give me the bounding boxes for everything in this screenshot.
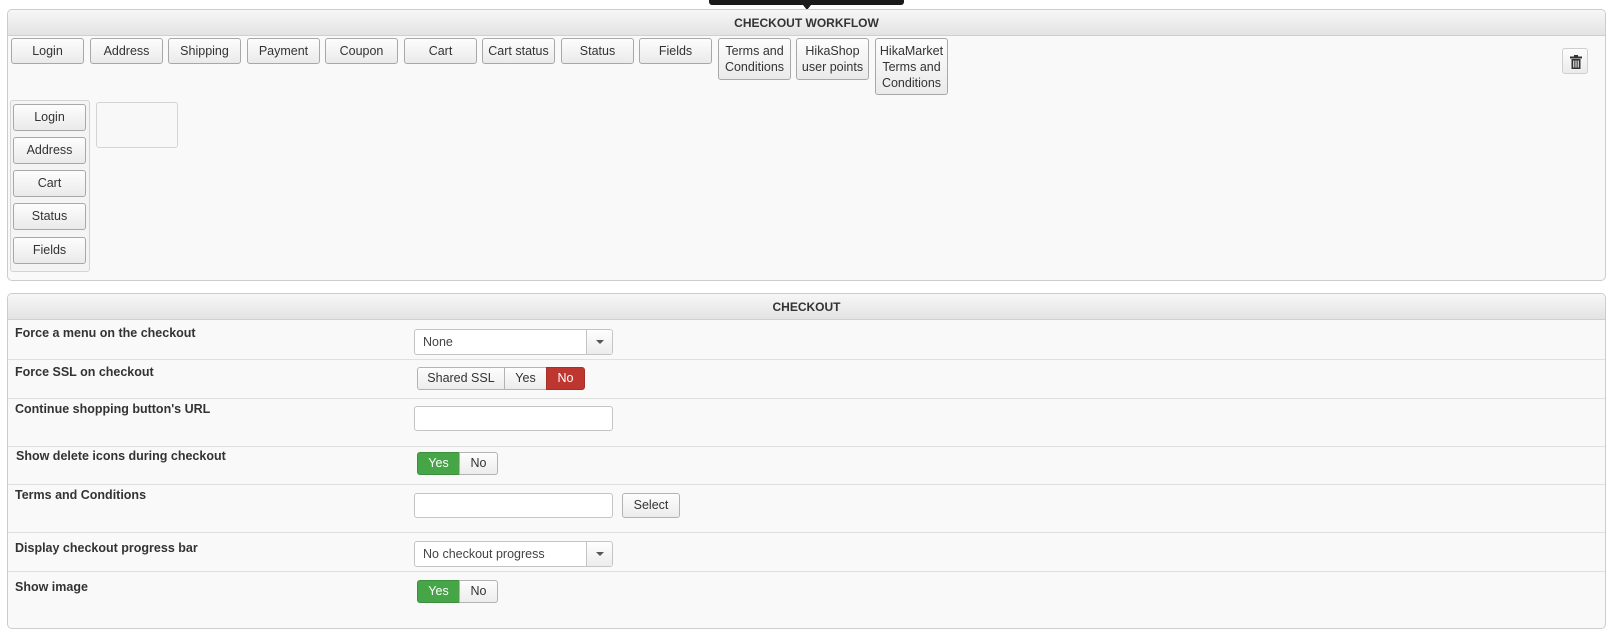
force-ssl-shared-button[interactable]: Shared SSL [417, 367, 505, 390]
column-step-login[interactable]: Login [13, 104, 86, 131]
chevron-down-icon [586, 330, 612, 354]
column-step-fields[interactable]: Fields [13, 237, 86, 264]
workflow-step-cart-status[interactable]: Cart status [482, 38, 555, 64]
workflow-step-coupon[interactable]: Coupon [325, 38, 398, 64]
delete-icons-yes-button[interactable]: Yes [417, 452, 460, 475]
workflow-step-payment[interactable]: Payment [247, 38, 320, 64]
column-step-cart[interactable]: Cart [13, 170, 86, 197]
workflow-step-cart[interactable]: Cart [404, 38, 477, 64]
terms-select-button[interactable]: Select [622, 493, 680, 518]
progress-bar-value: No checkout progress [423, 547, 545, 561]
force-menu-value: None [423, 335, 453, 349]
workflow-step-fields[interactable]: Fields [639, 38, 712, 64]
force-menu-select[interactable]: None [414, 329, 613, 355]
trash-button[interactable] [1562, 48, 1588, 74]
show-image-no-button[interactable]: No [459, 580, 498, 603]
row-force-menu: Force a menu on the checkout None [8, 320, 1605, 360]
workflow-step-address[interactable]: Address [90, 38, 163, 64]
delete-icons-no-button[interactable]: No [459, 452, 498, 475]
workflow-step-hikamarket-terms[interactable]: HikaMarket Terms and Conditions [875, 38, 948, 95]
continue-url-label: Continue shopping button's URL [15, 402, 211, 416]
row-show-image: Show image Yes No [8, 572, 1605, 628]
checkout-workflow-panel: CHECKOUT WORKFLOW Login Address Shipping… [7, 9, 1606, 281]
delete-icons-toggle: Yes No [417, 452, 498, 475]
column-step-address[interactable]: Address [13, 137, 86, 164]
row-delete-icons: Show delete icons during checkout Yes No [8, 447, 1605, 485]
row-force-ssl: Force SSL on checkout Shared SSL Yes No [8, 360, 1605, 399]
show-image-label: Show image [15, 580, 88, 594]
progress-bar-label: Display checkout progress bar [15, 541, 198, 555]
column-step-status[interactable]: Status [13, 203, 86, 230]
checkout-panel: CHECKOUT Force a menu on the checkout No… [7, 293, 1606, 629]
force-menu-label: Force a menu on the checkout [15, 326, 196, 340]
chevron-down-icon [586, 542, 612, 566]
show-image-yes-button[interactable]: Yes [417, 580, 460, 603]
checkout-title: CHECKOUT [8, 294, 1605, 320]
force-ssl-no-button[interactable]: No [546, 367, 585, 390]
workflow-step-column[interactable]: Login Address Cart Status Fields [10, 100, 90, 272]
continue-url-input[interactable] [414, 406, 613, 431]
workflow-step-status[interactable]: Status [561, 38, 634, 64]
force-ssl-label: Force SSL on checkout [15, 365, 154, 379]
row-terms: Terms and Conditions Select [8, 485, 1605, 533]
workflow-title: CHECKOUT WORKFLOW [8, 10, 1605, 36]
row-progress-bar: Display checkout progress bar No checkou… [8, 533, 1605, 572]
force-ssl-toggle: Shared SSL Yes No [417, 367, 585, 390]
force-ssl-yes-button[interactable]: Yes [504, 367, 547, 390]
workflow-step-login[interactable]: Login [11, 38, 84, 64]
terms-input[interactable] [414, 493, 613, 518]
terms-label: Terms and Conditions [15, 488, 147, 502]
empty-step-dropzone[interactable] [96, 102, 178, 148]
show-image-toggle: Yes No [417, 580, 498, 603]
trash-icon [1570, 55, 1582, 69]
delete-icons-label: Show delete icons during checkout [16, 449, 226, 463]
workflow-step-hikashop-points[interactable]: HikaShop user points [796, 38, 869, 80]
progress-bar-select[interactable]: No checkout progress [414, 541, 613, 567]
workflow-step-shipping[interactable]: Shipping [168, 38, 241, 64]
row-continue-url: Continue shopping button's URL [8, 399, 1605, 447]
workflow-step-terms[interactable]: Terms and Conditions [718, 38, 791, 80]
